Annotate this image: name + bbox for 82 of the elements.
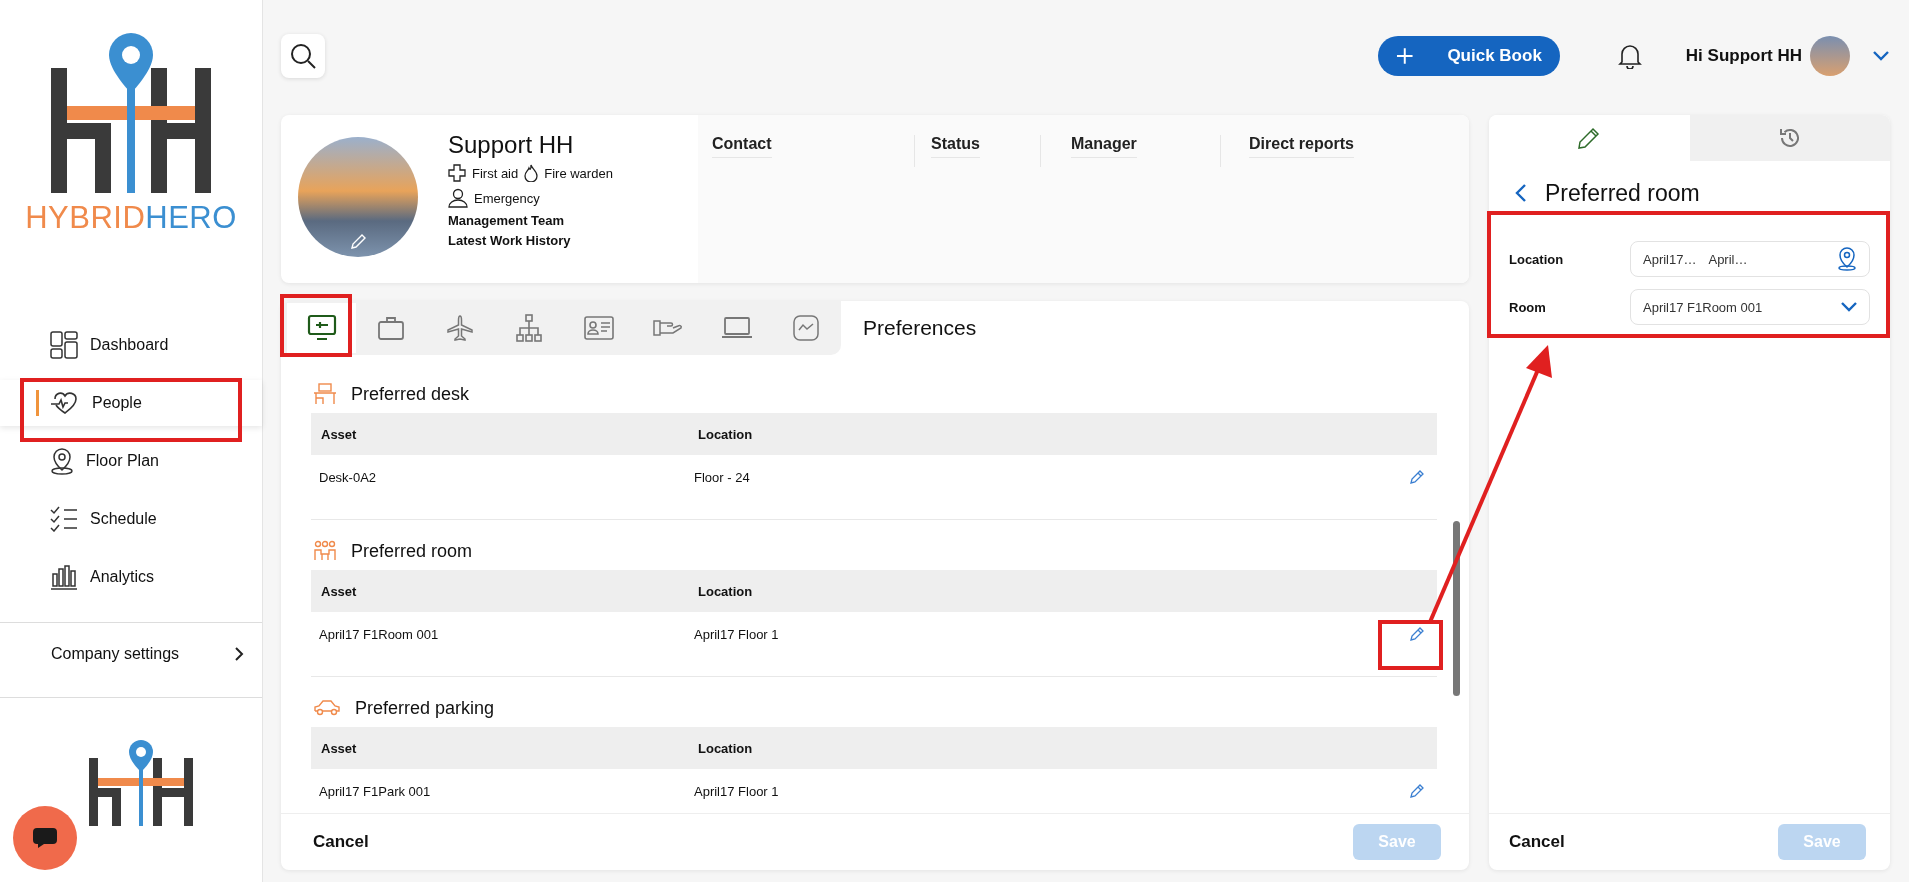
pencil-icon[interactable]	[1409, 469, 1425, 485]
table-cell-text: April17 Floor 1	[693, 783, 780, 799]
checklist-icon	[50, 506, 78, 532]
flame-icon	[524, 164, 539, 182]
chevron-right-icon	[234, 647, 244, 661]
logo-text: HYBRIDHERO	[25, 200, 237, 236]
column-header: Location	[697, 583, 753, 599]
bar-chart-icon	[50, 564, 78, 590]
nav-item[interactable]: Floor Plan	[0, 438, 262, 484]
pencil-icon[interactable]	[1409, 626, 1425, 642]
badge-label: Emergency	[474, 190, 540, 206]
column-header: Asset	[320, 583, 358, 599]
room-dropdown[interactable]: April17 F1Room 001	[1630, 289, 1870, 325]
chevron-down-icon[interactable]	[1872, 49, 1890, 62]
badge-label: First aid	[472, 165, 519, 181]
line-chart-icon	[793, 315, 820, 341]
field-label: Location	[1509, 251, 1565, 267]
heart-pulse-icon	[50, 391, 80, 415]
category-tab[interactable]	[287, 303, 357, 353]
nav-item[interactable]: People	[0, 380, 262, 426]
nav-item[interactable]: Analytics	[0, 554, 262, 600]
hierarchy-icon	[516, 314, 543, 342]
section-heading: Preferred parking	[355, 697, 495, 719]
profile-column-header: Contact	[712, 135, 772, 158]
section-heading: Preferred room	[351, 540, 473, 562]
cancel-link[interactable]: Cancel	[313, 832, 369, 852]
person-icon	[448, 188, 468, 208]
avatar-photo-placeholder	[1810, 35, 1850, 76]
briefcase-icon	[376, 315, 405, 341]
column-header: Asset	[320, 426, 358, 442]
chevron-down-icon	[1841, 302, 1857, 312]
user-greeting: Hi Support HH	[1685, 45, 1802, 66]
id-card-icon	[583, 316, 614, 340]
highlight-frame	[1378, 620, 1443, 670]
map-pin-icon	[1837, 247, 1857, 271]
table-cell-text: April17 F1Room 001	[318, 626, 440, 642]
monitor-icon	[306, 314, 337, 342]
work-history-link[interactable]: Latest Work History	[448, 233, 648, 248]
company-settings-link[interactable]: Company settings	[0, 633, 262, 675]
map-pin-icon	[50, 447, 74, 475]
nav-item[interactable]: Dashboard	[0, 322, 262, 368]
people-icon	[313, 540, 337, 562]
cross-icon	[448, 164, 466, 182]
nav-item[interactable]: Schedule	[0, 496, 262, 542]
team-name: Management Team	[448, 213, 566, 228]
scrollbar-thumb[interactable]	[1453, 521, 1460, 696]
badge-label: Fire warden	[544, 165, 613, 181]
field-label: Room	[1509, 299, 1547, 315]
pencil-icon	[1577, 126, 1602, 150]
profile-column-header: Manager	[1071, 135, 1137, 158]
history-icon	[1777, 126, 1802, 150]
profile-column-header: Status	[931, 135, 980, 158]
pencil-icon[interactable]	[1409, 783, 1425, 799]
table-cell-text: April17 F1Park 001	[318, 783, 432, 799]
car-icon	[313, 699, 341, 717]
pencil-icon[interactable]	[349, 233, 367, 251]
quick-book-button[interactable]: Quick Book	[1377, 35, 1560, 76]
cancel-link[interactable]: Cancel	[1509, 832, 1565, 852]
desk-icon	[313, 383, 337, 405]
section-title: Preferences	[863, 316, 977, 340]
search-icon	[289, 41, 317, 70]
hand-icon	[652, 317, 683, 339]
section-heading: Preferred desk	[351, 383, 470, 405]
airplane-icon	[446, 314, 475, 342]
profile-column-header: Direct reports	[1249, 135, 1354, 158]
grid-icon	[50, 331, 78, 359]
search-button[interactable]	[281, 33, 325, 78]
chat-bubble-icon	[32, 827, 58, 849]
bell-icon[interactable]	[1617, 42, 1642, 69]
table-cell-text: Floor - 24	[693, 469, 751, 485]
column-header: Location	[697, 740, 753, 756]
back-icon[interactable]	[1515, 183, 1527, 203]
panel-title: Preferred room	[1545, 179, 1700, 207]
column-header: Asset	[320, 740, 358, 756]
highlight-frame	[280, 294, 352, 357]
laptop-icon	[721, 316, 754, 340]
location-field[interactable]: April17… April…	[1630, 241, 1870, 277]
plus-icon	[1395, 46, 1414, 65]
table-cell-text: Desk-0A2	[318, 469, 378, 485]
table-cell-text: April17 Floor 1	[693, 626, 780, 642]
column-header: Location	[697, 426, 753, 442]
profile-name: Support HH	[448, 131, 575, 159]
